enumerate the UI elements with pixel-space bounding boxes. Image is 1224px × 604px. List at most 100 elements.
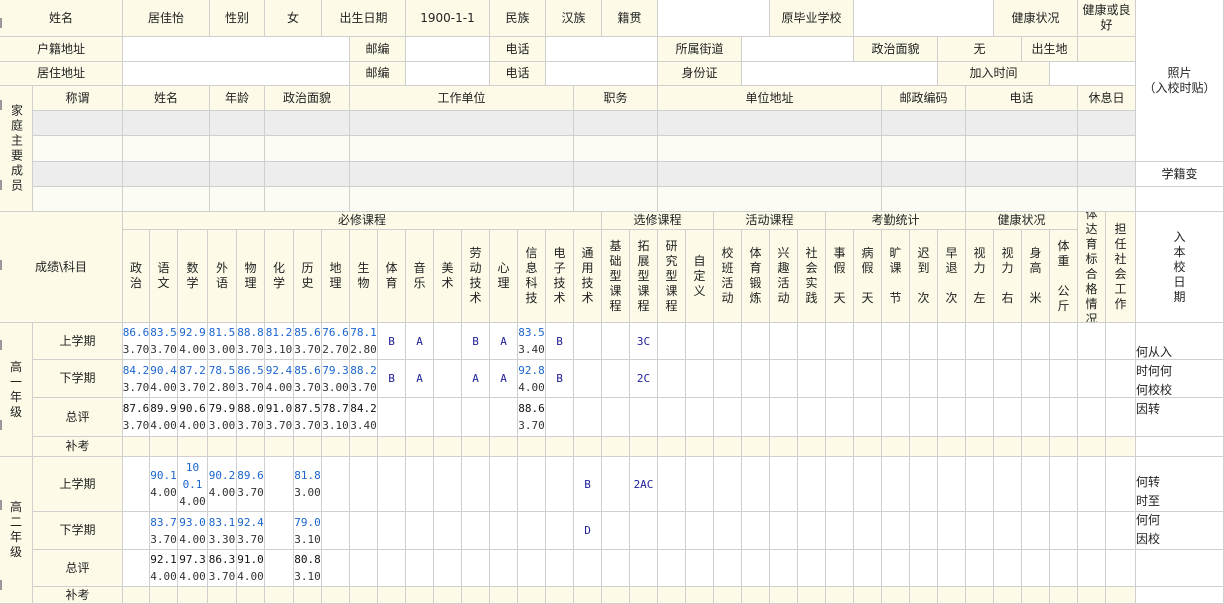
family-section-label: 家庭主要成员 bbox=[0, 86, 33, 212]
grade-cell bbox=[602, 360, 630, 398]
family-header-2: 姓名 bbox=[123, 86, 210, 111]
grade-cell bbox=[742, 437, 770, 457]
grade-cell: 2C bbox=[630, 360, 658, 398]
grade-cell bbox=[798, 587, 826, 604]
grade-cell bbox=[237, 587, 265, 604]
grade-cell bbox=[350, 512, 378, 550]
grade-cell bbox=[237, 437, 265, 457]
birth-value: 1900-1-1 bbox=[406, 0, 490, 37]
grade-cell bbox=[882, 398, 910, 437]
grade-cell bbox=[770, 512, 798, 550]
grade-point: 3.40 bbox=[350, 419, 377, 432]
grade-cell bbox=[798, 512, 826, 550]
group-header-5: 健康状况 bbox=[966, 212, 1078, 230]
grade-cell bbox=[1106, 457, 1136, 512]
grade-cell bbox=[602, 512, 630, 550]
grade-cell bbox=[994, 550, 1022, 587]
family-cell bbox=[210, 162, 265, 187]
grade-cell bbox=[378, 437, 406, 457]
score-value: 79.9 bbox=[208, 402, 236, 415]
margin-mark bbox=[0, 18, 2, 28]
grade-cell bbox=[966, 437, 994, 457]
name-label: 姓名 bbox=[0, 0, 123, 37]
grade-cell bbox=[714, 360, 742, 398]
grade-cell bbox=[910, 587, 938, 604]
grade-cell bbox=[378, 587, 406, 604]
grade-cell bbox=[714, 512, 742, 550]
grade-cell bbox=[518, 437, 546, 457]
grade-cell bbox=[938, 323, 966, 360]
ethnic-value: 汉族 bbox=[546, 0, 602, 37]
grade-cell: 81.5 3.00 bbox=[208, 323, 237, 360]
grade-cell bbox=[434, 323, 462, 360]
grade-cell bbox=[1022, 360, 1050, 398]
grade-cell bbox=[966, 323, 994, 360]
column-header-36: 担 任 社 会 工 作 bbox=[1106, 212, 1136, 323]
grade-cell: 83.5 3.70 bbox=[150, 323, 178, 360]
grade-cell bbox=[910, 323, 938, 360]
grade-point: 4.00 bbox=[208, 486, 236, 499]
grade-cell bbox=[910, 398, 938, 437]
grade-point: 3.70 bbox=[208, 570, 236, 583]
grade-cell bbox=[658, 398, 686, 437]
grade-cell bbox=[546, 457, 574, 512]
grade-cell: D bbox=[574, 512, 602, 550]
grade-cell bbox=[742, 587, 770, 604]
score-value: 90.4 bbox=[150, 363, 177, 377]
grade-cell bbox=[322, 457, 350, 512]
school-value bbox=[854, 0, 994, 37]
column-header-27: 病 假 天 bbox=[854, 230, 882, 323]
grade-cell bbox=[826, 360, 854, 398]
grade-cell bbox=[910, 437, 938, 457]
family-header-3: 年龄 bbox=[210, 86, 265, 111]
score-value: 80.8 bbox=[294, 553, 321, 566]
grade-cell bbox=[1050, 457, 1078, 512]
grade-cell bbox=[686, 323, 714, 360]
family-cell bbox=[574, 162, 658, 187]
grade-point: 3.70 bbox=[294, 419, 321, 432]
grade-cell bbox=[966, 457, 994, 512]
grade-cell bbox=[1078, 360, 1106, 398]
grade-cell bbox=[490, 512, 518, 550]
grade-cell bbox=[1022, 550, 1050, 587]
column-header-29: 迟 到 次 bbox=[910, 230, 938, 323]
grade-cell bbox=[910, 550, 938, 587]
grade-cell bbox=[1022, 587, 1050, 604]
grade-cell bbox=[686, 512, 714, 550]
grade-cell bbox=[1022, 457, 1050, 512]
grade-cell bbox=[574, 398, 602, 437]
grade-cell: 3C bbox=[630, 323, 658, 360]
grade-cell bbox=[994, 457, 1022, 512]
grade-point: 3.00 bbox=[294, 486, 321, 499]
score-value: 83.5 bbox=[150, 326, 177, 339]
grade-cell: 83.1 3.30 bbox=[208, 512, 237, 550]
column-header-04: 外 语 bbox=[208, 230, 237, 323]
grade-cell bbox=[1078, 437, 1106, 457]
level-value: A bbox=[500, 372, 507, 385]
grade-cell: 78.1 2.80 bbox=[350, 323, 378, 360]
score-value: 86.5 bbox=[237, 363, 264, 377]
column-header-13: 劳 动 技 术 bbox=[462, 230, 490, 323]
level-value: B bbox=[584, 477, 591, 491]
grade-cell: 90.6 4.00 bbox=[178, 398, 208, 437]
grade-cell bbox=[462, 587, 490, 604]
native-value bbox=[658, 0, 770, 37]
grade-cell bbox=[265, 512, 294, 550]
grade-cell bbox=[1050, 360, 1078, 398]
grade-cell: A bbox=[406, 323, 434, 360]
grade-cell: 92.9 4.00 bbox=[178, 323, 208, 360]
grade-cell bbox=[658, 457, 686, 512]
score-value: 90.6 bbox=[179, 402, 206, 415]
grade-cell bbox=[770, 437, 798, 457]
grade-cell bbox=[574, 550, 602, 587]
grade-cell bbox=[742, 550, 770, 587]
grade-cell bbox=[406, 437, 434, 457]
grade-cell bbox=[854, 550, 882, 587]
grade-point: 3.70 bbox=[237, 343, 264, 356]
grade-cell bbox=[546, 587, 574, 604]
residence-value bbox=[123, 62, 350, 86]
grade-cell bbox=[1050, 512, 1078, 550]
score-value: 81.2 bbox=[265, 326, 293, 339]
family-header-9: 电话 bbox=[966, 86, 1078, 111]
grade-cell bbox=[742, 323, 770, 360]
